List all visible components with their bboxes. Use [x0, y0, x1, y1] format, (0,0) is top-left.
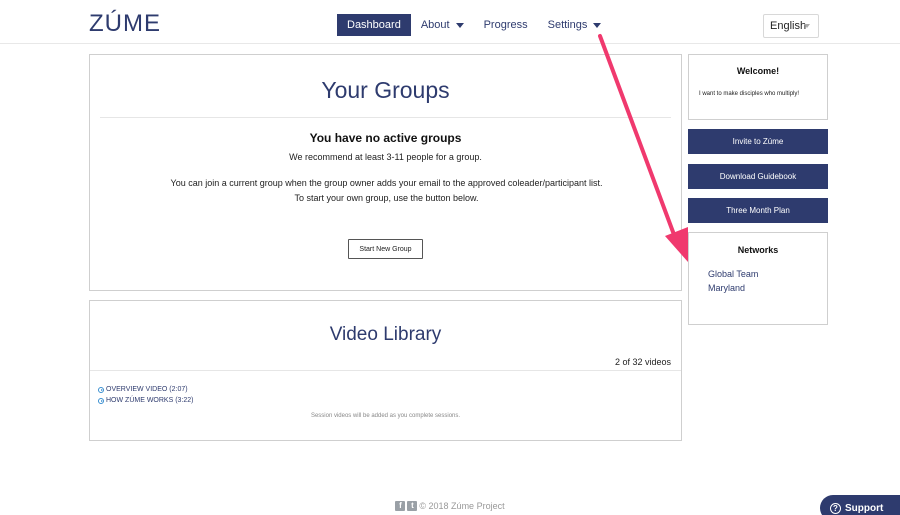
support-button[interactable]: ? Support — [820, 495, 900, 515]
twitter-icon[interactable]: t — [407, 501, 418, 511]
video-count: 2 of 32 videos — [614, 357, 671, 367]
start-new-group-button[interactable]: Start New Group — [348, 239, 423, 259]
video-link-how-zume-works[interactable]: HOW ZÚME WORKS (3:22) — [98, 395, 194, 406]
play-circle-icon — [98, 386, 104, 393]
group-size-recommendation: We recommend at least 3-11 people for a … — [289, 152, 482, 162]
network-link-maryland[interactable]: Maryland — [708, 281, 758, 295]
chevron-down-icon — [593, 22, 602, 28]
divider — [100, 117, 671, 118]
network-list: Global Team Maryland — [708, 267, 758, 295]
nav-about-label: About — [420, 19, 450, 31]
three-month-plan-button[interactable]: Three Month Plan — [688, 198, 828, 223]
video-link-label: HOW ZÚME WORKS (3:22) — [106, 397, 194, 404]
footer: f t © 2018 Zúme Project — [0, 501, 900, 511]
nav-progress[interactable]: Progress — [474, 14, 538, 36]
nav-settings[interactable]: Settings — [538, 14, 612, 36]
download-guidebook-button[interactable]: Download Guidebook — [688, 164, 828, 189]
groups-title: Your Groups — [321, 77, 450, 103]
question-circle-icon: ? — [830, 502, 841, 514]
video-list: OVERVIEW VIDEO (2:07) HOW ZÚME WORKS (3:… — [98, 384, 194, 406]
welcome-text: I want to make disciples who multiply! — [699, 91, 800, 97]
video-library-title: Video Library — [329, 324, 442, 345]
main-nav: Dashboard About Progress Settings — [337, 14, 611, 36]
groups-panel: Your Groups You have no active groups We… — [89, 54, 682, 291]
nav-dashboard-label: Dashboard — [347, 19, 401, 31]
language-select-value: English — [770, 20, 807, 32]
welcome-card: Welcome! I want to make disciples who mu… — [688, 54, 828, 120]
nav-dashboard[interactable]: Dashboard — [337, 14, 411, 36]
chevron-down-icon — [804, 24, 810, 28]
nav-about[interactable]: About — [411, 14, 474, 36]
networks-card: Networks Global Team Maryland — [688, 232, 828, 325]
network-link-global-team[interactable]: Global Team — [708, 267, 758, 281]
copyright-text: © 2018 Zúme Project — [419, 501, 505, 511]
language-select[interactable]: English — [763, 14, 819, 38]
top-nav-bar: ZÚME Dashboard About Progress Settings E… — [0, 0, 900, 44]
welcome-title: Welcome! — [736, 66, 780, 76]
video-link-overview[interactable]: OVERVIEW VIDEO (2:07) — [98, 384, 194, 395]
nav-progress-label: Progress — [483, 19, 528, 31]
no-groups-heading: You have no active groups — [309, 131, 462, 145]
video-link-label: OVERVIEW VIDEO (2:07) — [106, 386, 188, 393]
divider — [90, 370, 681, 371]
session-videos-note: Session videos will be added as you comp… — [310, 413, 461, 419]
support-label: Support — [845, 502, 884, 514]
nav-settings-label: Settings — [547, 19, 588, 31]
invite-to-zume-button[interactable]: Invite to Zúme — [688, 129, 828, 154]
video-library-panel: Video Library 2 of 32 videos OVERVIEW VI… — [89, 300, 682, 441]
join-group-instructions: You can join a current group when the gr… — [170, 178, 603, 203]
chevron-down-icon — [455, 22, 464, 28]
play-circle-icon — [98, 397, 104, 404]
zume-logo[interactable]: ZÚME — [89, 10, 161, 38]
networks-title: Networks — [737, 245, 779, 255]
facebook-icon[interactable]: f — [395, 501, 406, 511]
